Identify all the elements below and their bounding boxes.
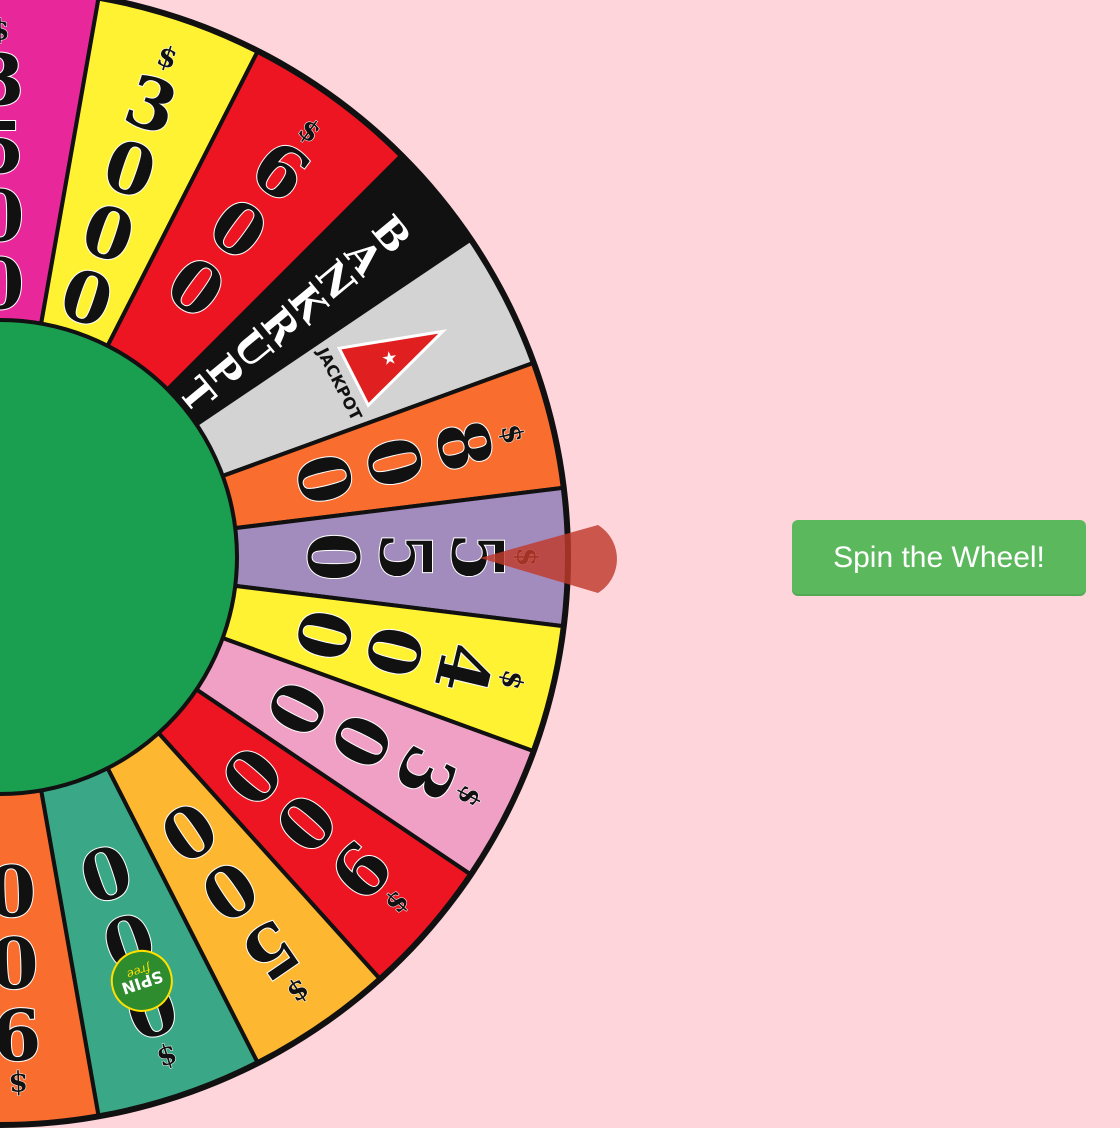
segment-digit: 5 — [364, 533, 447, 582]
spin-button[interactable]: Spin the Wheel! — [792, 520, 1086, 596]
segment-digit: 0 — [0, 243, 24, 326]
game-stage: $3500$3000$600BANKRUPTJACKPOT★$800$550$4… — [0, 0, 1120, 1128]
segment-digit: 0 — [0, 847, 37, 932]
segment-digit: 0 — [292, 533, 375, 582]
